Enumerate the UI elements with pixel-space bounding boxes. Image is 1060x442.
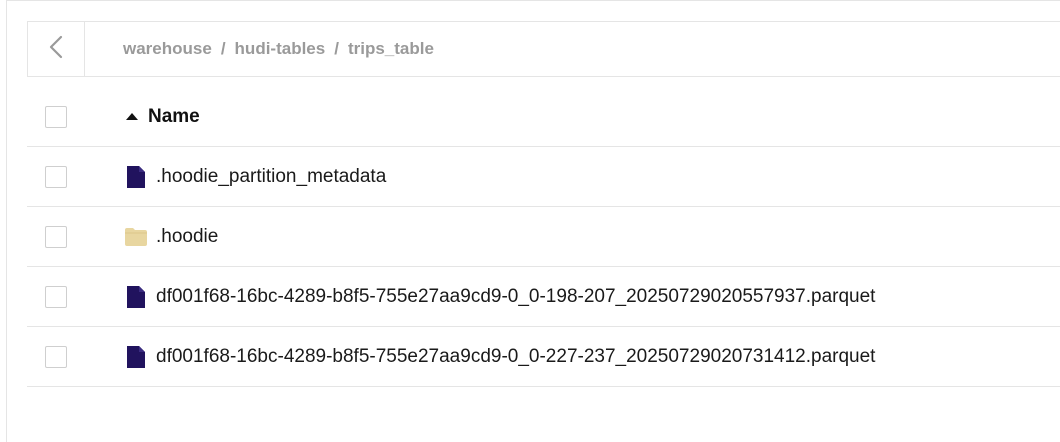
table-row[interactable]: df001f68-16bc-4289-b8f5-755e27aa9cd9-0_0…	[27, 327, 1060, 387]
breadcrumb-separator: /	[334, 39, 339, 58]
file-name[interactable]: .hoodie_partition_metadata	[156, 166, 386, 188]
name-column-header[interactable]: Name	[124, 106, 200, 128]
file-name[interactable]: df001f68-16bc-4289-b8f5-755e27aa9cd9-0_0…	[156, 346, 875, 368]
table-header-row: Name	[27, 87, 1060, 147]
name-cell: df001f68-16bc-4289-b8f5-755e27aa9cd9-0_0…	[124, 345, 875, 369]
row-checkbox[interactable]	[45, 165, 67, 188]
breadcrumb-separator: /	[220, 39, 226, 58]
row-checkbox[interactable]	[45, 345, 67, 368]
folder-name[interactable]: .hoodie	[156, 226, 218, 248]
file-icon	[124, 285, 148, 309]
table-row[interactable]: df001f68-16bc-4289-b8f5-755e27aa9cd9-0_0…	[27, 267, 1060, 327]
breadcrumb-item-trips-table: trips_table	[347, 39, 434, 58]
path-navigation-bar: warehouse / hudi-tables / trips_table	[27, 21, 1060, 77]
name-column-label: Name	[148, 105, 200, 127]
name-cell: df001f68-16bc-4289-b8f5-755e27aa9cd9-0_0…	[124, 285, 875, 309]
file-table: Name .hoodie_partition_metadata .hoodie …	[27, 87, 1060, 387]
file-name[interactable]: df001f68-16bc-4289-b8f5-755e27aa9cd9-0_0…	[156, 286, 875, 308]
breadcrumb: warehouse / hudi-tables / trips_table	[123, 39, 434, 59]
select-all-checkbox[interactable]	[45, 105, 67, 128]
file-icon	[124, 165, 148, 189]
name-cell: .hoodie_partition_metadata	[124, 165, 386, 189]
chevron-left-icon	[49, 35, 63, 64]
row-checkbox[interactable]	[45, 285, 67, 308]
table-row[interactable]: .hoodie	[27, 207, 1060, 267]
row-checkbox[interactable]	[45, 225, 67, 248]
breadcrumb-item-warehouse[interactable]: warehouse	[123, 39, 212, 59]
name-cell: .hoodie	[124, 225, 218, 249]
sort-ascending-icon	[126, 113, 138, 120]
folder-icon	[124, 225, 148, 249]
table-row[interactable]: .hoodie_partition_metadata	[27, 147, 1060, 207]
back-button[interactable]	[28, 22, 85, 76]
breadcrumb-item-hudi-tables[interactable]: hudi-tables	[235, 39, 326, 59]
file-icon	[124, 345, 148, 369]
